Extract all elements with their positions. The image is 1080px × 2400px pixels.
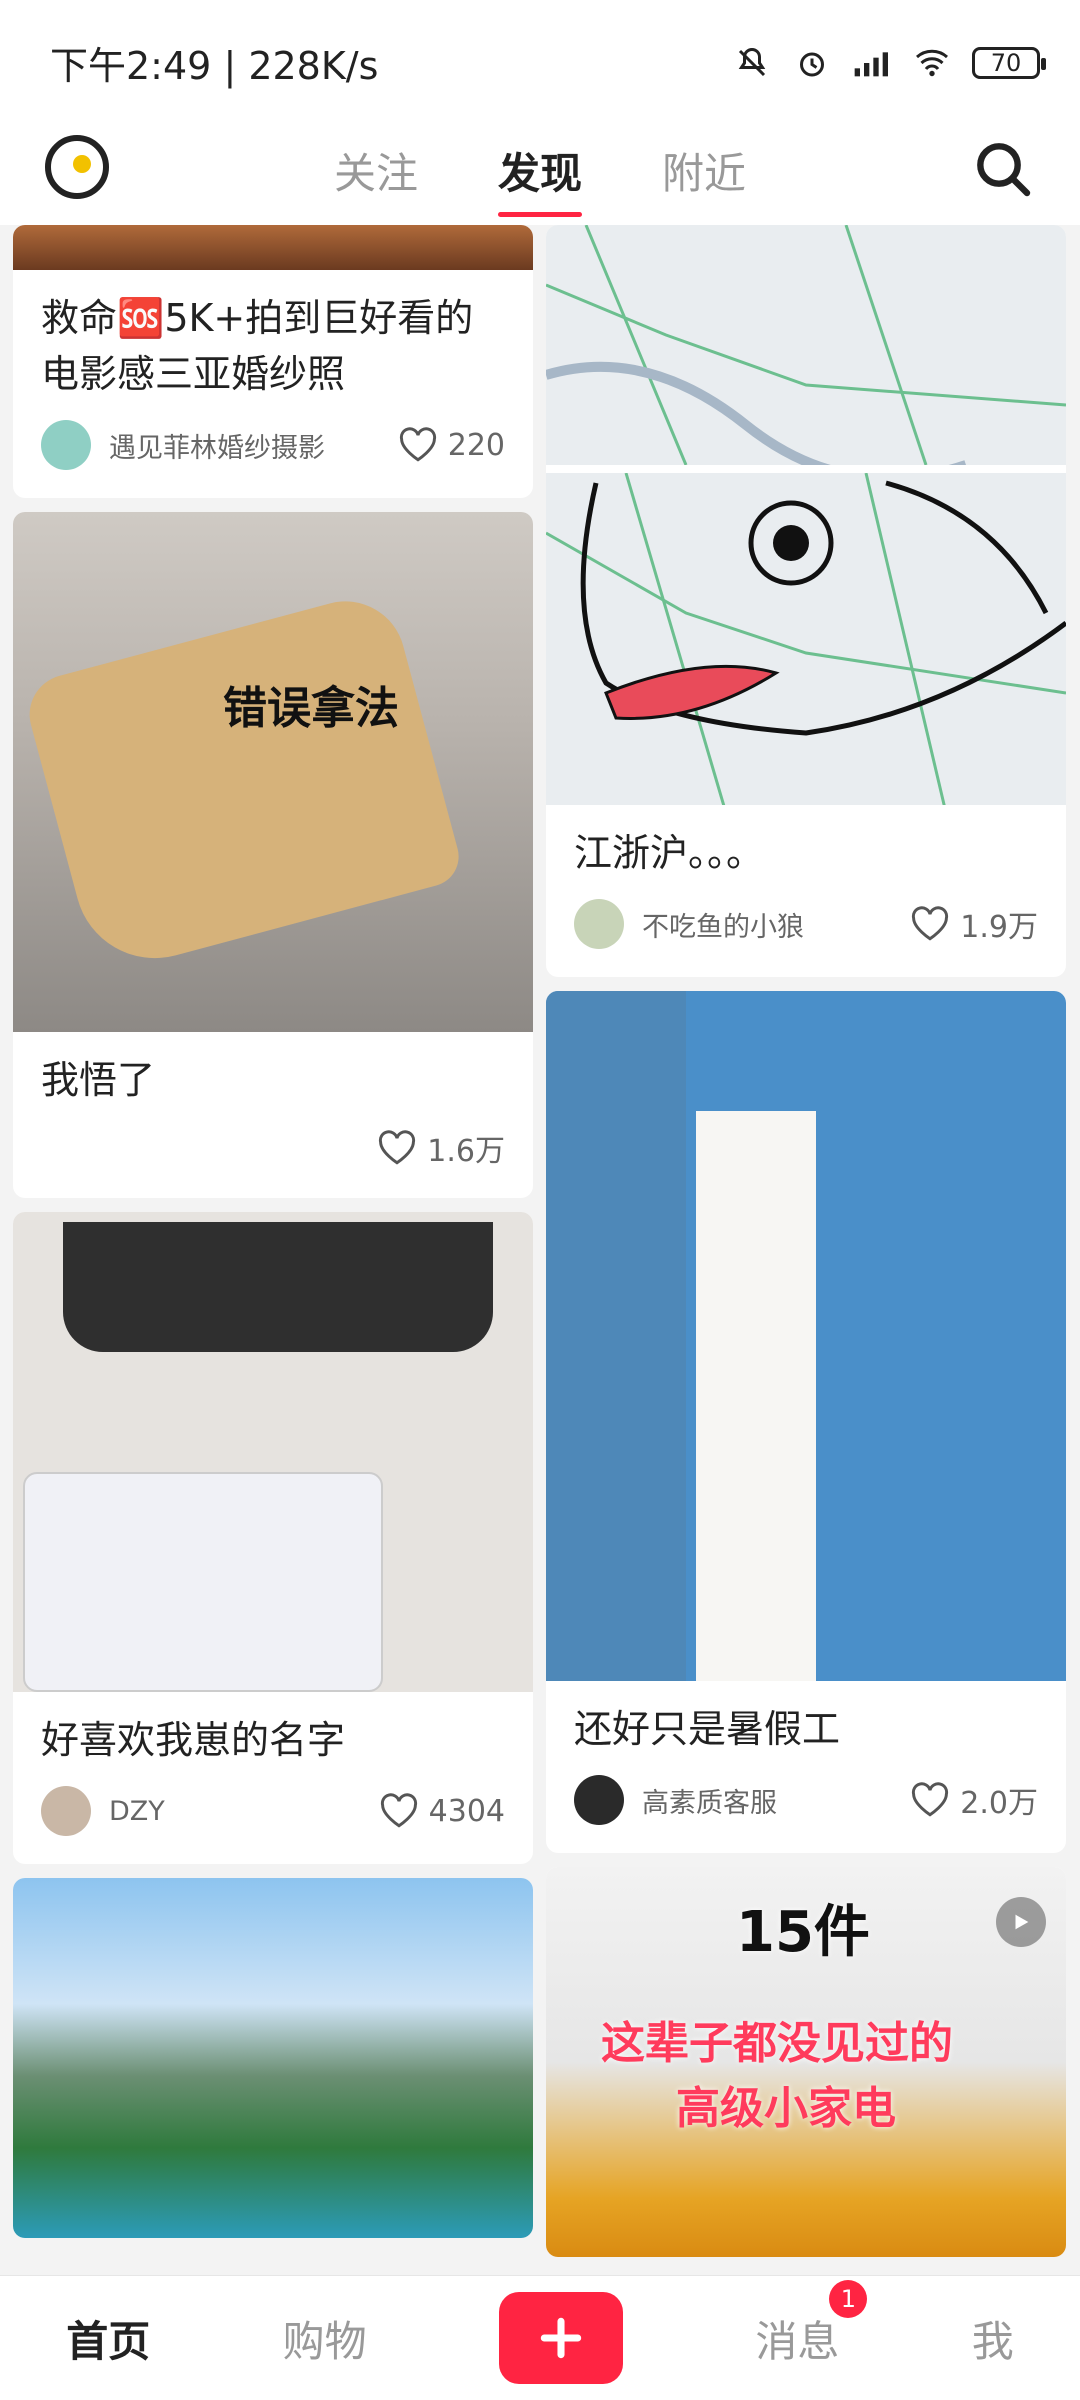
note-card[interactable]: 救命🆘5K+拍到巨好看的电影感三亚婚纱照 遇见菲林婚纱摄影 220 xyxy=(13,225,533,498)
avatar xyxy=(574,1775,624,1825)
heart-icon xyxy=(379,1130,416,1165)
like-count: 1.9万 xyxy=(960,910,1038,945)
feed-column-right: 江浙沪。。。 不吃鱼的小狼 1.9万 还好只是暑假工 高素质客服 2.0万 15… xyxy=(546,225,1066,2271)
author-name: 不吃鱼的小狼 xyxy=(642,911,804,943)
mute-icon xyxy=(732,43,772,83)
battery-indicator: 70 xyxy=(972,46,1046,79)
note-author[interactable]: 遇见菲林婚纱摄影 xyxy=(41,420,325,470)
note-image xyxy=(546,225,1066,465)
tab-nearby[interactable]: 附近 xyxy=(662,140,746,211)
heart-icon xyxy=(380,1793,417,1828)
note-title: 救命🆘5K+拍到巨好看的电影感三亚婚纱照 xyxy=(41,296,474,396)
note-title: 江浙沪。。。 xyxy=(574,831,765,875)
note-author[interactable]: 高素质客服 xyxy=(574,1775,777,1825)
note-image xyxy=(546,991,1066,1681)
note-card[interactable]: 还好只是暑假工 高素质客服 2.0万 xyxy=(546,991,1066,1853)
discover-feed: 救命🆘5K+拍到巨好看的电影感三亚婚纱照 遇见菲林婚纱摄影 220 错误拿法 我… xyxy=(0,225,1080,2275)
note-author[interactable]: 不吃鱼的小狼 xyxy=(574,899,804,949)
like-button[interactable]: 1.6万 xyxy=(377,1126,505,1170)
avatar xyxy=(574,899,624,949)
note-image xyxy=(13,1212,533,1692)
note-image: 15件 这辈子都没见过的 高级小家电 xyxy=(546,1867,1066,2257)
wifi-icon xyxy=(912,43,952,83)
note-image xyxy=(13,1878,533,2238)
alarm-icon xyxy=(792,43,832,83)
status-time-speed: 下午2:49 | 228K/s xyxy=(50,44,379,88)
heart-icon xyxy=(912,906,949,941)
avatar xyxy=(41,420,91,470)
note-title: 还好只是暑假工 xyxy=(574,1707,841,1751)
doodle-map-image xyxy=(546,473,1066,805)
note-image: 错误拿法 xyxy=(13,512,533,1032)
heart-icon xyxy=(399,427,436,462)
nav-home[interactable]: 首页 xyxy=(66,2308,150,2369)
bottom-nav: 首页 购物 消息 1 我 xyxy=(0,2275,1080,2400)
create-post-button[interactable] xyxy=(498,2292,623,2384)
signal-icon xyxy=(852,43,892,83)
like-button[interactable]: 2.0万 xyxy=(910,1778,1038,1822)
plus-icon xyxy=(540,2317,582,2359)
note-card[interactable] xyxy=(13,1878,533,2238)
note-card[interactable]: 好喜欢我崽的名字 DZY 4304 xyxy=(13,1212,533,1864)
map-image xyxy=(546,225,1066,465)
like-count: 4304 xyxy=(428,1793,505,1829)
author-name: DZY xyxy=(109,1795,165,1827)
note-image xyxy=(13,225,533,270)
note-card[interactable]: 江浙沪。。。 不吃鱼的小狼 1.9万 xyxy=(546,225,1066,977)
note-title: 我悟了 xyxy=(41,1058,156,1102)
like-count: 1.6万 xyxy=(427,1134,505,1169)
tab-discover[interactable]: 发现 xyxy=(497,140,583,217)
image-overlay-text: 这辈子都没见过的 xyxy=(601,2018,953,2069)
avatar xyxy=(41,1786,91,1836)
status-time: 下午2:49 xyxy=(50,44,212,88)
note-title: 好喜欢我崽的名字 xyxy=(41,1718,346,1762)
note-author[interactable]: DZY xyxy=(41,1786,165,1836)
like-count: 2.0万 xyxy=(960,1786,1038,1821)
nav-me[interactable]: 我 xyxy=(972,2308,1014,2369)
top-nav: 关注 发现 附近 xyxy=(0,125,1080,225)
author-name: 高素质客服 xyxy=(642,1787,777,1819)
status-network-speed: 228K/s xyxy=(248,44,379,88)
note-image xyxy=(546,465,1066,805)
nav-messages-label: 消息 xyxy=(755,2316,840,2366)
feed-column-left: 救命🆘5K+拍到巨好看的电影感三亚婚纱照 遇见菲林婚纱摄影 220 错误拿法 我… xyxy=(13,225,533,2252)
notification-badge: 1 xyxy=(829,2279,868,2318)
like-button[interactable]: 1.9万 xyxy=(910,902,1038,946)
status-bar: 下午2:49 | 228K/s 70 xyxy=(0,0,1080,125)
like-button[interactable]: 4304 xyxy=(379,1793,505,1829)
like-count: 220 xyxy=(447,427,505,463)
author-name: 遇见菲林婚纱摄影 xyxy=(109,432,325,464)
note-card[interactable]: 15件 这辈子都没见过的 高级小家电 xyxy=(546,1867,1066,2257)
note-card[interactable]: 错误拿法 我悟了 1.6万 xyxy=(13,512,533,1198)
nav-shopping[interactable]: 购物 xyxy=(283,2308,367,2369)
heart-icon xyxy=(912,1782,949,1817)
image-overlay-text: 高级小家电 xyxy=(676,2083,896,2134)
search-icon[interactable] xyxy=(971,137,1035,201)
image-overlay-text: 15件 xyxy=(736,1900,870,1965)
feed-tabs: 关注 发现 附近 xyxy=(334,140,746,217)
logo-icon[interactable] xyxy=(45,135,109,199)
tab-following[interactable]: 关注 xyxy=(334,140,418,211)
nav-messages[interactable]: 消息 1 xyxy=(755,2279,868,2369)
video-play-icon[interactable] xyxy=(996,1897,1046,1947)
image-overlay-text: 错误拿法 xyxy=(223,683,399,734)
like-button[interactable]: 220 xyxy=(398,427,505,463)
